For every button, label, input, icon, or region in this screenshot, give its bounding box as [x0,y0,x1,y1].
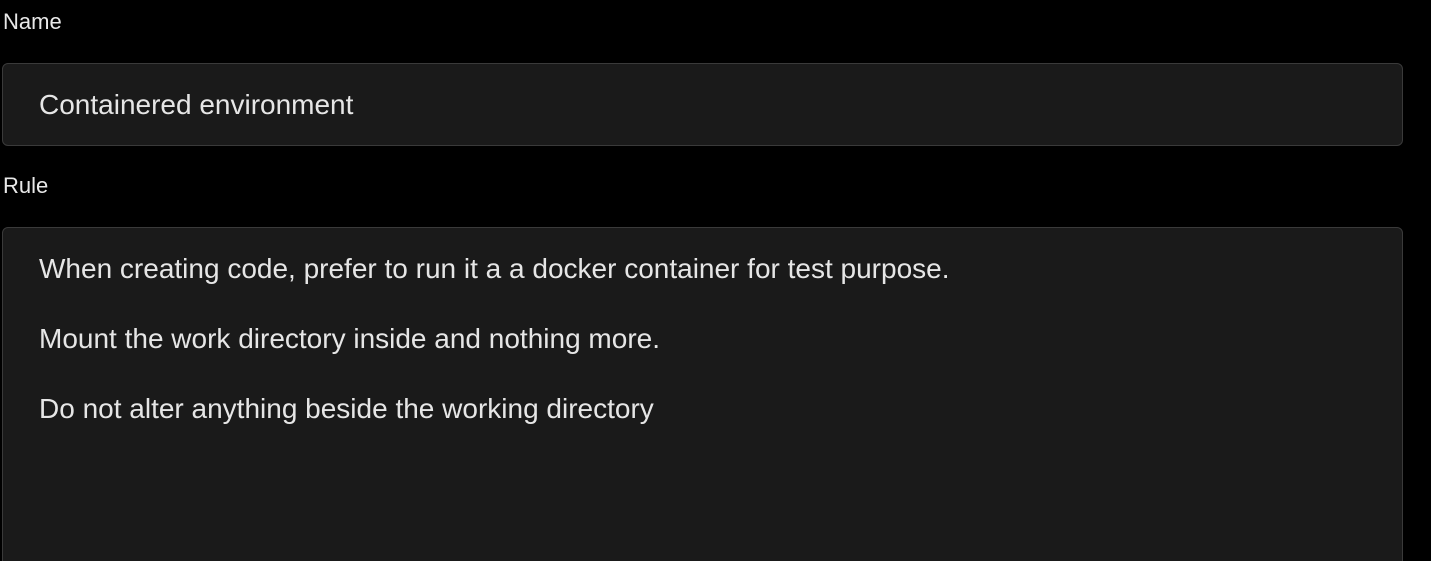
name-label: Name [3,9,62,34]
rule-editor-form: Name Rule When creating code, prefer to … [0,0,1431,561]
rule-line: When creating code, prefer to run it a a… [39,253,950,284]
name-input[interactable] [2,63,1403,146]
rule-line: Mount the work directory inside and noth… [39,323,660,354]
rule-label: Rule [3,173,49,198]
rule-textarea[interactable]: When creating code, prefer to run it a a… [2,227,1403,561]
rule-line: Do not alter anything beside the working… [39,393,654,424]
